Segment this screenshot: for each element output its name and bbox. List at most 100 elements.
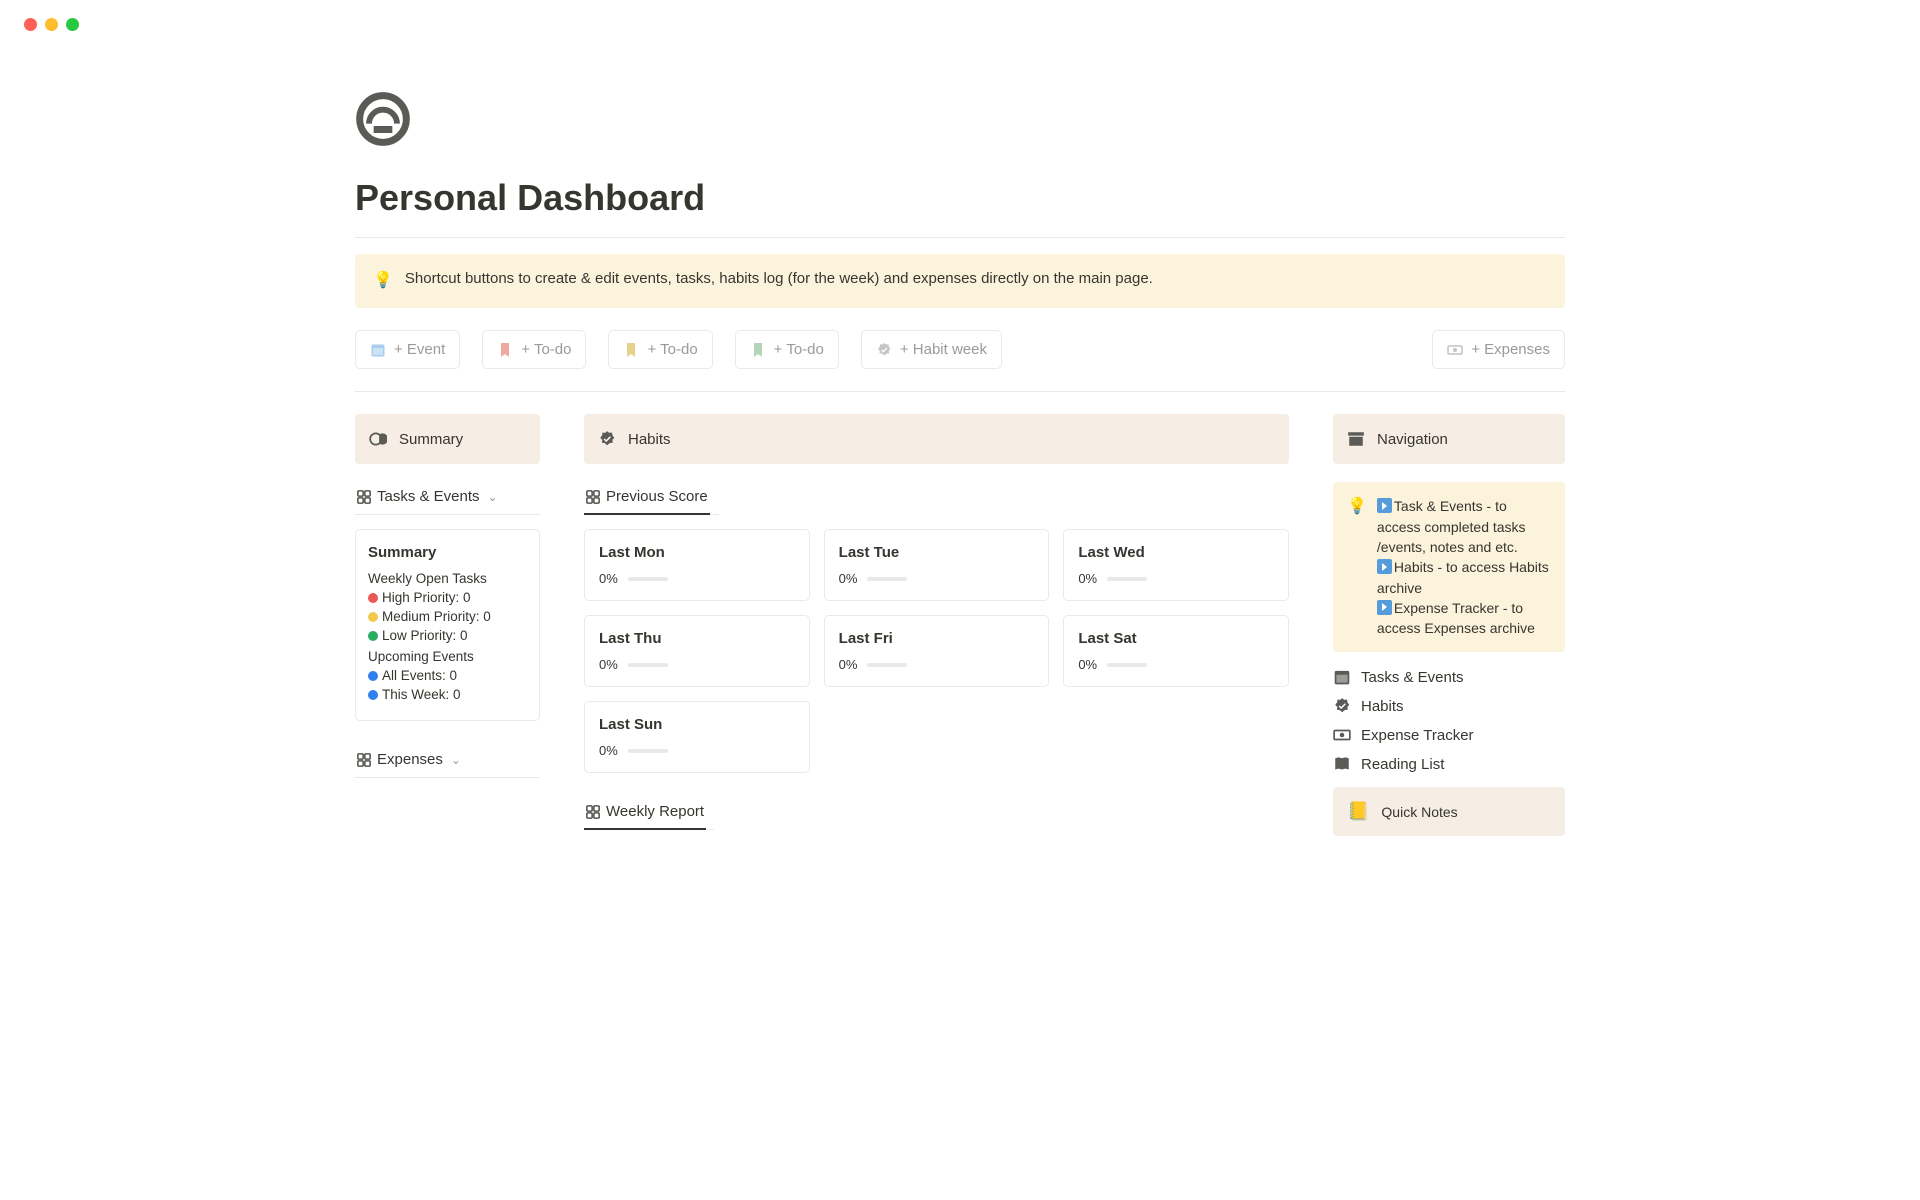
- navigation-info-callout: 💡 Task & Events - to access completed ta…: [1333, 482, 1565, 652]
- fullscreen-window-button[interactable]: [66, 18, 79, 31]
- card-title: Last Fri: [839, 630, 1035, 647]
- nav-link-habits[interactable]: Habits: [1333, 697, 1565, 715]
- habit-cards-grid: Last Mon 0% Last Tue 0% Last Wed 0% Last…: [584, 529, 1289, 773]
- section-title: Navigation: [1377, 431, 1448, 448]
- callout-line: Habits - to access Habits archive: [1377, 557, 1551, 598]
- button-label: + To-do: [521, 341, 571, 358]
- nav-link-tasks-events[interactable]: Tasks & Events: [1333, 668, 1565, 686]
- nav-link-expense-tracker[interactable]: Expense Tracker: [1333, 726, 1565, 744]
- cash-icon: [1447, 342, 1463, 358]
- section-title: Summary: [399, 431, 463, 448]
- info-callout: 💡 Shortcut buttons to create & edit even…: [355, 254, 1565, 308]
- button-label: + Event: [394, 341, 445, 358]
- badge-check-icon: [1333, 697, 1351, 715]
- cash-icon: [1333, 726, 1351, 744]
- blue-dot-icon: [368, 690, 378, 700]
- habit-card-tue[interactable]: Last Tue 0%: [824, 529, 1050, 601]
- previous-score-tabs: Previous Score: [584, 482, 719, 515]
- link-label: Tasks & Events: [1361, 669, 1464, 686]
- close-window-button[interactable]: [24, 18, 37, 31]
- card-title: Last Mon: [599, 544, 795, 561]
- shortcut-button-row: + Event + To-do + To-do + To-do + Habit …: [355, 330, 1565, 369]
- card-title: Summary: [368, 544, 527, 561]
- yellow-dot-icon: [368, 612, 378, 622]
- progress-bar: [628, 577, 668, 581]
- weekly-open-label: Weekly Open Tasks: [368, 571, 527, 586]
- tab-weekly-report[interactable]: Weekly Report: [584, 797, 706, 830]
- percent-label: 0%: [1078, 571, 1097, 586]
- bookmark-icon: [623, 342, 639, 358]
- arrow-icon: [1377, 559, 1392, 574]
- progress-bar: [1107, 577, 1147, 581]
- percent-label: 0%: [599, 743, 618, 758]
- summary-card[interactable]: Summary Weekly Open Tasks High Priority:…: [355, 529, 540, 721]
- tab-previous-score[interactable]: Previous Score: [584, 482, 710, 515]
- this-week-line: This Week: 0: [368, 687, 527, 702]
- progress-bar: [867, 577, 907, 581]
- page-title: Personal Dashboard: [355, 177, 1565, 219]
- gallery-icon: [357, 753, 371, 767]
- upcoming-events-label: Upcoming Events: [368, 649, 527, 664]
- navigation-header: Navigation: [1333, 414, 1565, 464]
- contrast-icon: [369, 430, 387, 448]
- divider: [355, 237, 1565, 238]
- card-title: Last Sat: [1078, 630, 1274, 647]
- add-todo-red-button[interactable]: + To-do: [482, 330, 586, 369]
- progress-bar: [1107, 663, 1147, 667]
- badge-check-icon: [598, 430, 616, 448]
- summary-header: Summary: [355, 414, 540, 464]
- tab-expenses[interactable]: Expenses ⌄: [355, 745, 463, 778]
- all-events-line: All Events: 0: [368, 668, 527, 683]
- card-title: Last Tue: [839, 544, 1035, 561]
- percent-label: 0%: [1078, 657, 1097, 672]
- add-todo-green-button[interactable]: + To-do: [735, 330, 839, 369]
- percent-label: 0%: [839, 571, 858, 586]
- habit-card-sat[interactable]: Last Sat 0%: [1063, 615, 1289, 687]
- tasks-events-tabs: Tasks & Events ⌄: [355, 482, 540, 515]
- tab-label: Expenses: [377, 751, 443, 768]
- minimize-window-button[interactable]: [45, 18, 58, 31]
- button-label: + To-do: [647, 341, 697, 358]
- add-expenses-button[interactable]: + Expenses: [1432, 330, 1565, 369]
- link-label: Habits: [1361, 698, 1404, 715]
- add-event-button[interactable]: + Event: [355, 330, 460, 369]
- lightbulb-icon: 💡: [373, 270, 393, 292]
- arrow-icon: [1377, 600, 1392, 615]
- chevron-down-icon: ⌄: [451, 753, 461, 767]
- percent-label: 0%: [839, 657, 858, 672]
- quick-notes-label: Quick Notes: [1381, 804, 1457, 820]
- percent-label: 0%: [599, 571, 618, 586]
- habit-card-wed[interactable]: Last Wed 0%: [1063, 529, 1289, 601]
- percent-label: 0%: [599, 657, 618, 672]
- progress-bar: [628, 663, 668, 667]
- habits-header: Habits: [584, 414, 1289, 464]
- tab-tasks-events[interactable]: Tasks & Events ⌄: [355, 482, 500, 515]
- red-dot-icon: [368, 593, 378, 603]
- nav-link-reading-list[interactable]: Reading List: [1333, 755, 1565, 773]
- quick-notes-block[interactable]: 📒 Quick Notes: [1333, 787, 1565, 836]
- navigation-links: Tasks & Events Habits Expense Tracker Re…: [1333, 668, 1565, 773]
- book-icon: [1333, 755, 1351, 773]
- calendar-icon: [1333, 668, 1351, 686]
- add-habit-week-button[interactable]: + Habit week: [861, 330, 1002, 369]
- progress-bar: [867, 663, 907, 667]
- page-icon[interactable]: [355, 91, 411, 147]
- tab-label: Previous Score: [606, 488, 708, 505]
- tab-label: Weekly Report: [606, 803, 704, 820]
- tab-label: Tasks & Events: [377, 488, 480, 505]
- add-todo-yellow-button[interactable]: + To-do: [608, 330, 712, 369]
- bookmark-icon: [750, 342, 766, 358]
- arrow-icon: [1377, 498, 1392, 513]
- habit-card-fri[interactable]: Last Fri 0%: [824, 615, 1050, 687]
- card-title: Last Wed: [1078, 544, 1274, 561]
- calendar-icon: [370, 342, 386, 358]
- card-title: Last Sun: [599, 716, 795, 733]
- callout-text: Shortcut buttons to create & edit events…: [405, 270, 1153, 287]
- medium-priority-line: Medium Priority: 0: [368, 609, 527, 624]
- button-label: + Expenses: [1471, 341, 1550, 358]
- habit-card-thu[interactable]: Last Thu 0%: [584, 615, 810, 687]
- habit-card-mon[interactable]: Last Mon 0%: [584, 529, 810, 601]
- low-priority-line: Low Priority: 0: [368, 628, 527, 643]
- habit-card-sun[interactable]: Last Sun 0%: [584, 701, 810, 773]
- archive-icon: [1347, 430, 1365, 448]
